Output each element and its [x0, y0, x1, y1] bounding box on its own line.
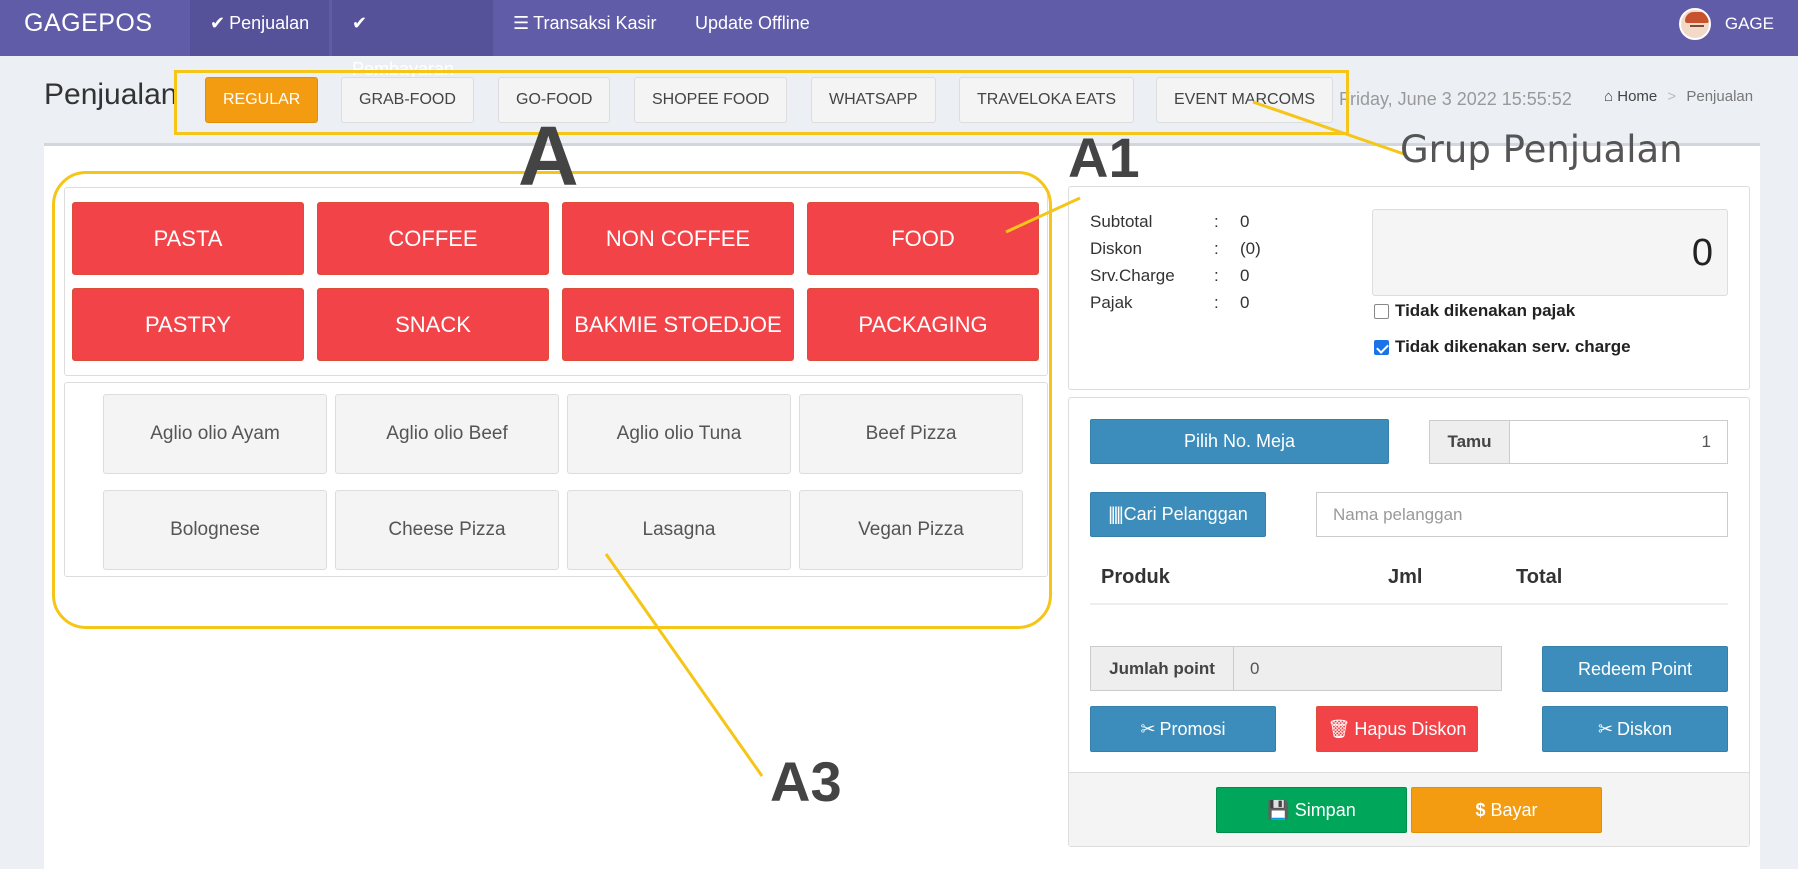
points-value: 0 [1233, 646, 1502, 691]
user-name: GAGE [1724, 14, 1774, 33]
annotation-label-a: A [518, 109, 579, 203]
barcode-icon: ||||| [1108, 504, 1123, 524]
nav-penjualan[interactable]: ✔ Penjualan [190, 0, 330, 56]
column-jml: Jml [1388, 566, 1423, 588]
checkbox-unchecked[interactable] [1374, 303, 1389, 319]
nav-pembayaran[interactable]: ✔Pembayaran [332, 0, 493, 79]
brand-logo[interactable]: GAGEPOS [24, 0, 153, 56]
guest-label: Tamu [1429, 420, 1510, 464]
column-produk: Produk [1101, 566, 1170, 588]
top-navbar: GAGEPOS ✔ Penjualan ✔Pembayaran ☰ Transaks… [0, 0, 1798, 79]
check-icon: ✔ [352, 13, 368, 33]
nav-update-offline[interactable]: Update Offline [675, 0, 830, 56]
no-tax-checkbox[interactable]: Tidak dikenakan pajak [1374, 301, 1575, 321]
dollar-icon: $ [1475, 799, 1486, 820]
trash-icon: 🗑 [1327, 718, 1351, 739]
annotation-label-a3: A3 [770, 750, 842, 813]
current-datetime: Friday, June 3 2022 15:55:52 [1339, 89, 1572, 109]
no-service-charge-checkbox[interactable]: Tidak dikenakan serv. charge [1374, 337, 1631, 357]
discount-button[interactable]: ✂ Diskon [1542, 706, 1728, 752]
breadcrumb-current: Penjualan [1686, 88, 1754, 105]
checkbox-checked[interactable] [1374, 339, 1389, 355]
pay-button[interactable]: $ Bayar [1411, 787, 1602, 833]
annotation-label-a1: A1 [1068, 126, 1140, 189]
scissors-icon: ✂ [1140, 718, 1156, 739]
guest-count-input[interactable]: 1 [1509, 420, 1728, 464]
list-icon: ☰ [513, 13, 530, 33]
points-label: Jumlah point [1090, 646, 1234, 691]
home-icon: ⌂ [1604, 88, 1614, 105]
annotation-menu-frame [52, 171, 1052, 629]
annotation-label-grup-penjualan: Grup Penjualan [1400, 128, 1683, 171]
grand-total-display: 0 [1372, 209, 1728, 296]
save-button[interactable]: 💾 Simpan [1216, 787, 1407, 833]
remove-discount-button[interactable]: 🗑 Hapus Diskon [1316, 706, 1478, 752]
customer-name-input[interactable]: Nama pelanggan [1316, 492, 1728, 537]
floppy-disk-icon: 💾 [1267, 799, 1290, 820]
table-divider [1090, 603, 1728, 605]
user-menu[interactable]: GAGE [1678, 6, 1774, 42]
scissors-icon: ✂ [1597, 718, 1614, 739]
check-icon: ✔ [210, 13, 226, 33]
select-table-button[interactable]: Pilih No. Meja [1090, 419, 1389, 464]
order-footer [1069, 772, 1749, 846]
find-customer-button[interactable]: ||||| Cari Pelanggan [1090, 492, 1266, 537]
page-title: Penjualan [44, 78, 178, 111]
breadcrumb-separator: > [1667, 88, 1677, 105]
breadcrumb: ⌂ Home > Penjualan [1604, 88, 1753, 105]
nav-transaksi-kasir[interactable]: ☰ Transaksi Kasir [493, 0, 677, 56]
column-total: Total [1516, 566, 1563, 588]
annotation-group-frame [174, 70, 1349, 135]
redeem-point-button[interactable]: Redeem Point [1542, 646, 1728, 692]
promo-button[interactable]: ✂ Promosi [1090, 706, 1276, 752]
breadcrumb-home[interactable]: Home [1617, 88, 1657, 105]
avatar [1678, 8, 1711, 40]
